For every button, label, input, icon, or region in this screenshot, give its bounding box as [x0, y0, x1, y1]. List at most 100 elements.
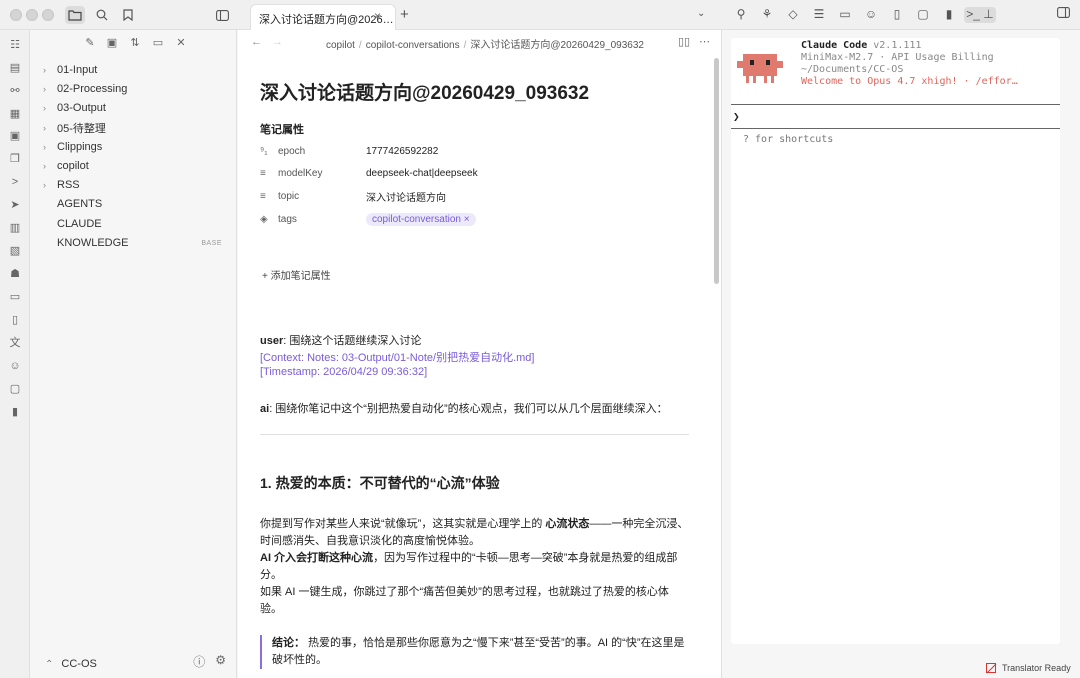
- console-icon[interactable]: ▭: [8, 290, 22, 304]
- book-icon[interactable]: ▯: [8, 313, 22, 327]
- dashboard-icon[interactable]: ☷: [8, 38, 22, 52]
- bookmark-icon[interactable]: [118, 6, 138, 24]
- folder-clippings[interactable]: › Clippings: [43, 138, 228, 156]
- translator-status[interactable]: Translator Ready: [978, 658, 1080, 678]
- grid-icon[interactable]: ▦: [8, 107, 22, 121]
- new-note-icon[interactable]: ✎: [82, 36, 98, 52]
- chevron-right-icon: ›: [43, 161, 46, 171]
- robot-icon[interactable]: ☺: [862, 7, 880, 23]
- translator-icon: [986, 663, 996, 673]
- book-icon[interactable]: ▮: [940, 7, 958, 23]
- file-icon[interactable]: ▯: [888, 7, 906, 23]
- folder-03-output[interactable]: › 03-Output: [43, 99, 228, 117]
- smiley-icon[interactable]: ☺: [8, 359, 22, 373]
- note-title[interactable]: 深入讨论话题方向@20260429_093632: [260, 78, 690, 105]
- translate-icon[interactable]: 文: [8, 336, 22, 350]
- more-options-icon[interactable]: ⋯: [699, 35, 710, 48]
- folder-02-processing[interactable]: › 02-Processing: [43, 80, 228, 98]
- property-row[interactable]: ≡ topic 深入讨论话题方向: [260, 187, 690, 205]
- settings-gear-icon[interactable]: ⚙: [215, 653, 226, 670]
- property-row[interactable]: ≡ modelKey deepseek-chat|deepseek: [260, 164, 690, 182]
- sidebar-toggle-icon[interactable]: [212, 6, 232, 24]
- chat-icon[interactable]: ▢: [8, 382, 22, 396]
- clipboard-icon[interactable]: ▧: [8, 244, 22, 258]
- file-type-badge: BASE: [201, 239, 222, 247]
- remove-tag-icon[interactable]: ×: [464, 214, 470, 225]
- auto-reveal-icon[interactable]: ▭: [150, 36, 166, 52]
- forward-arrow-icon[interactable]: →: [272, 36, 283, 48]
- back-arrow-icon[interactable]: ←: [251, 36, 262, 48]
- new-folder-icon[interactable]: ▣: [104, 36, 120, 52]
- notebook-icon[interactable]: ▮: [8, 405, 22, 419]
- plugin-icon[interactable]: ⚘: [758, 7, 776, 23]
- text-icon: ≡: [260, 167, 266, 179]
- path-line: ~/Documents/CC-OS: [801, 64, 904, 75]
- help-icon[interactable]: ⓘ: [193, 653, 205, 670]
- ribbon: ☷ ▤ ⚯ ▦ ▣ ❐ > ➤ ▥ ▧ ☗ ▭ ▯ 文 ☺ ▢ ▮: [0, 30, 30, 678]
- comment-icon[interactable]: ▢: [914, 7, 932, 23]
- close-window-button[interactable]: [10, 9, 22, 21]
- tab-close-icon[interactable]: ×: [374, 9, 381, 23]
- editor-pane: ← → copilot / copilot-conversations / 深入讨论话题…: [238, 30, 722, 678]
- folder-05-pending[interactable]: › 05-待整理: [43, 119, 228, 137]
- collapse-all-icon[interactable]: ✕: [173, 36, 189, 52]
- folder-rss[interactable]: › RSS: [43, 176, 228, 194]
- sort-icon[interactable]: ⇅: [127, 36, 143, 52]
- minimize-window-button[interactable]: [26, 9, 38, 21]
- graph-icon[interactable]: ⚯: [8, 84, 22, 98]
- shortcuts-hint: ? for shortcuts: [743, 134, 834, 145]
- scrollbar[interactable]: [714, 58, 719, 284]
- plugin-icon[interactable]: ⚲: [732, 7, 750, 23]
- claude-code-terminal[interactable]: Claude Code v2.1.111 MiniMax-M2.7 · API …: [731, 38, 1060, 644]
- divider: [260, 434, 689, 435]
- note-content: 深入讨论话题方向@20260429_093632 笔记属性 ⁹₁ epoch 1…: [260, 78, 690, 669]
- maximize-window-button[interactable]: [42, 9, 54, 21]
- breadcrumb-item[interactable]: copilot-conversations: [366, 40, 460, 51]
- terminal-pane: Claude Code v2.1.111 MiniMax-M2.7 · API …: [723, 30, 1080, 678]
- breadcrumb-item[interactable]: copilot: [326, 40, 355, 51]
- properties-heading: 笔记属性: [260, 124, 304, 136]
- property-row[interactable]: ⁹₁ epoch 1777426592282: [260, 142, 690, 160]
- file-knowledge[interactable]: KNOWLEDGE BASE: [43, 234, 228, 252]
- view-header: ← → copilot / copilot-conversations / 深入讨论话题…: [238, 30, 721, 54]
- archive-icon[interactable]: ▭: [836, 7, 854, 23]
- timestamp-link[interactable]: [Timestamp: 2026/04/29 09:36:32]: [260, 366, 427, 378]
- terminal-pin-icon[interactable]: >_ ⊥: [964, 7, 996, 23]
- context-link[interactable]: [Context: Notes: 03-Output/01-Note/别把热爱自…: [260, 349, 534, 365]
- breadcrumb: copilot / copilot-conversations / 深入讨论话题方向@2…: [326, 40, 644, 51]
- reading-view-icon[interactable]: ▯▯: [678, 35, 690, 48]
- divider: [731, 128, 1060, 129]
- vault-name: CC-OS: [61, 658, 97, 670]
- search-icon[interactable]: [92, 6, 112, 24]
- send-icon[interactable]: ➤: [8, 198, 22, 212]
- property-row[interactable]: ◈ tags copilot-conversation ×: [260, 210, 690, 228]
- app-title: Claude Code v2.1.111: [801, 40, 922, 51]
- chevron-right-icon: ›: [43, 123, 46, 133]
- folder-icon[interactable]: [65, 6, 85, 24]
- folder-copilot[interactable]: › copilot: [43, 157, 228, 175]
- folder-01-input[interactable]: › 01-Input: [43, 61, 228, 79]
- tag-icon: ◈: [260, 213, 268, 225]
- file-claude[interactable]: CLAUDE: [43, 215, 228, 233]
- vault-switcher[interactable]: ⌃ CC-OS: [45, 658, 97, 670]
- right-sidebar-toggle-icon[interactable]: [1054, 7, 1072, 23]
- paragraph: 你提到写作对某些人来说“就像玩”，这其实就是心理学上的 心流状态——一种完全沉浸…: [260, 518, 689, 615]
- divider: [731, 104, 1060, 105]
- chevron-right-icon: ›: [43, 65, 46, 75]
- tab-list-chevron-icon[interactable]: ⌄: [697, 8, 705, 19]
- tag-icon[interactable]: ◇: [784, 7, 802, 23]
- list-icon[interactable]: ☰: [810, 7, 828, 23]
- welcome-line: Welcome to Opus 4.7 xhigh! · /effor…: [801, 76, 1018, 87]
- terminal-icon[interactable]: >: [8, 175, 22, 189]
- add-property-button[interactable]: + 添加笔记属性: [262, 267, 331, 282]
- file-icon[interactable]: ▤: [8, 61, 22, 75]
- new-tab-button[interactable]: +: [400, 6, 409, 23]
- breadcrumb-item[interactable]: 深入讨论话题方向@20260429_093632: [470, 40, 644, 51]
- chevron-right-icon: ›: [43, 103, 46, 113]
- layout-icon[interactable]: ▥: [8, 221, 22, 235]
- robot-icon[interactable]: ☗: [8, 267, 22, 281]
- file-agents[interactable]: AGENTS: [43, 195, 228, 213]
- tag-pill[interactable]: copilot-conversation ×: [366, 212, 476, 226]
- copy-icon[interactable]: ❐: [8, 152, 22, 166]
- calendar-icon[interactable]: ▣: [8, 129, 22, 143]
